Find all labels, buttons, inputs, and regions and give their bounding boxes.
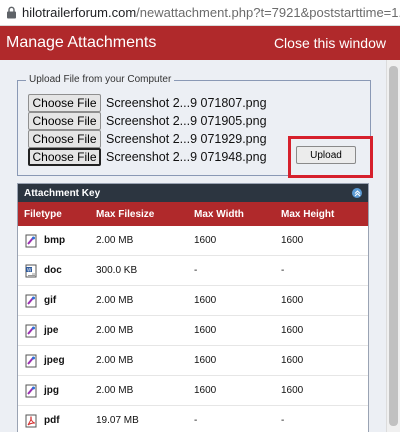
col-max-height: Max Height bbox=[281, 208, 335, 220]
max-width: 1600 bbox=[194, 235, 217, 246]
max-height: 1600 bbox=[281, 355, 304, 366]
max-width: 1600 bbox=[194, 355, 217, 366]
lock-icon bbox=[6, 6, 17, 20]
choose-file-button-3[interactable]: Choose File bbox=[28, 130, 101, 148]
max-filesize: 2.00 MB bbox=[96, 235, 134, 246]
max-width: - bbox=[194, 415, 198, 426]
file-name-1: Screenshot 2...9 071807.png bbox=[106, 96, 267, 110]
svg-text:W: W bbox=[27, 267, 32, 273]
file-row-1: Choose File Screenshot 2...9 071807.png bbox=[28, 94, 267, 112]
attachment-key-panel: Attachment Key Filetype Max Filesize Max… bbox=[17, 183, 369, 432]
max-height: 1600 bbox=[281, 385, 304, 396]
max-width: 1600 bbox=[194, 385, 217, 396]
gif-file-icon bbox=[24, 294, 38, 308]
file-name-2: Screenshot 2...9 071905.png bbox=[106, 114, 267, 128]
max-height: - bbox=[281, 415, 285, 426]
filetype-label: jpg bbox=[44, 385, 59, 396]
address-bar[interactable]: hilotrailerforum.com/newattachment.php?t… bbox=[0, 0, 400, 26]
attachment-key-header: Attachment Key bbox=[18, 184, 368, 202]
file-name-3: Screenshot 2...9 071929.png bbox=[106, 132, 267, 146]
pdf-file-icon bbox=[24, 414, 38, 428]
file-row-4: Choose File Screenshot 2...9 071948.png bbox=[28, 148, 267, 166]
jpe-file-icon bbox=[24, 324, 38, 338]
max-height: 1600 bbox=[281, 295, 304, 306]
attachment-key-column-headers: Filetype Max Filesize Max Width Max Heig… bbox=[18, 202, 368, 226]
choose-file-button-4[interactable]: Choose File bbox=[28, 148, 101, 166]
file-row-3: Choose File Screenshot 2...9 071929.png bbox=[28, 130, 267, 148]
max-filesize: 19.07 MB bbox=[96, 415, 139, 426]
max-width: 1600 bbox=[194, 325, 217, 336]
collapse-icon[interactable] bbox=[352, 188, 362, 198]
bmp-file-icon bbox=[24, 234, 38, 248]
filetype-label: jpe bbox=[44, 325, 59, 336]
max-filesize: 300.0 KB bbox=[96, 265, 138, 276]
upload-legend: Upload File from your Computer bbox=[26, 74, 175, 85]
window-header: Manage Attachments Close this window bbox=[0, 26, 400, 60]
url-path: /newattachment.php?t=7921&poststarttime=… bbox=[136, 5, 400, 20]
max-width: 1600 bbox=[194, 295, 217, 306]
max-width: - bbox=[194, 265, 198, 276]
file-row-2: Choose File Screenshot 2...9 071905.png bbox=[28, 112, 267, 130]
choose-file-button-2[interactable]: Choose File bbox=[28, 112, 101, 130]
scrollbar[interactable] bbox=[386, 60, 400, 432]
col-filetype: Filetype bbox=[24, 208, 62, 220]
scrollbar-thumb[interactable] bbox=[389, 66, 398, 426]
file-name-4: Screenshot 2...9 071948.png bbox=[106, 150, 267, 164]
filetype-label: doc bbox=[44, 265, 62, 276]
max-height: 1600 bbox=[281, 235, 304, 246]
attachment-key-title: Attachment Key bbox=[24, 187, 101, 199]
url-host: hilotrailerforum.com bbox=[22, 5, 137, 20]
max-height: - bbox=[281, 265, 285, 276]
table-row: jpg 2.00 MB 1600 1600 bbox=[18, 376, 368, 406]
col-max-filesize: Max Filesize bbox=[96, 208, 155, 220]
table-row: jpeg 2.00 MB 1600 1600 bbox=[18, 346, 368, 376]
filetype-label: jpeg bbox=[44, 355, 65, 366]
max-filesize: 2.00 MB bbox=[96, 355, 134, 366]
upload-button[interactable]: Upload bbox=[296, 146, 356, 164]
filetype-label: bmp bbox=[44, 235, 66, 246]
table-row: bmp 2.00 MB 1600 1600 bbox=[18, 226, 368, 256]
col-max-width: Max Width bbox=[194, 208, 244, 220]
close-window-link[interactable]: Close this window bbox=[274, 35, 386, 51]
max-filesize: 2.00 MB bbox=[96, 325, 134, 336]
doc-file-icon: W bbox=[24, 264, 38, 278]
jpg-file-icon bbox=[24, 384, 38, 398]
max-filesize: 2.00 MB bbox=[96, 385, 134, 396]
filetype-label: gif bbox=[44, 295, 57, 306]
table-row: jpe 2.00 MB 1600 1600 bbox=[18, 316, 368, 346]
jpeg-file-icon bbox=[24, 354, 38, 368]
table-row: gif 2.00 MB 1600 1600 bbox=[18, 286, 368, 316]
table-row: W doc 300.0 KB - - bbox=[18, 256, 368, 286]
max-height: 1600 bbox=[281, 325, 304, 336]
filetype-label: pdf bbox=[44, 415, 60, 426]
choose-file-button-1[interactable]: Choose File bbox=[28, 94, 101, 112]
max-filesize: 2.00 MB bbox=[96, 295, 134, 306]
window-title: Manage Attachments bbox=[6, 34, 157, 51]
table-row: pdf 19.07 MB - - bbox=[18, 406, 368, 432]
